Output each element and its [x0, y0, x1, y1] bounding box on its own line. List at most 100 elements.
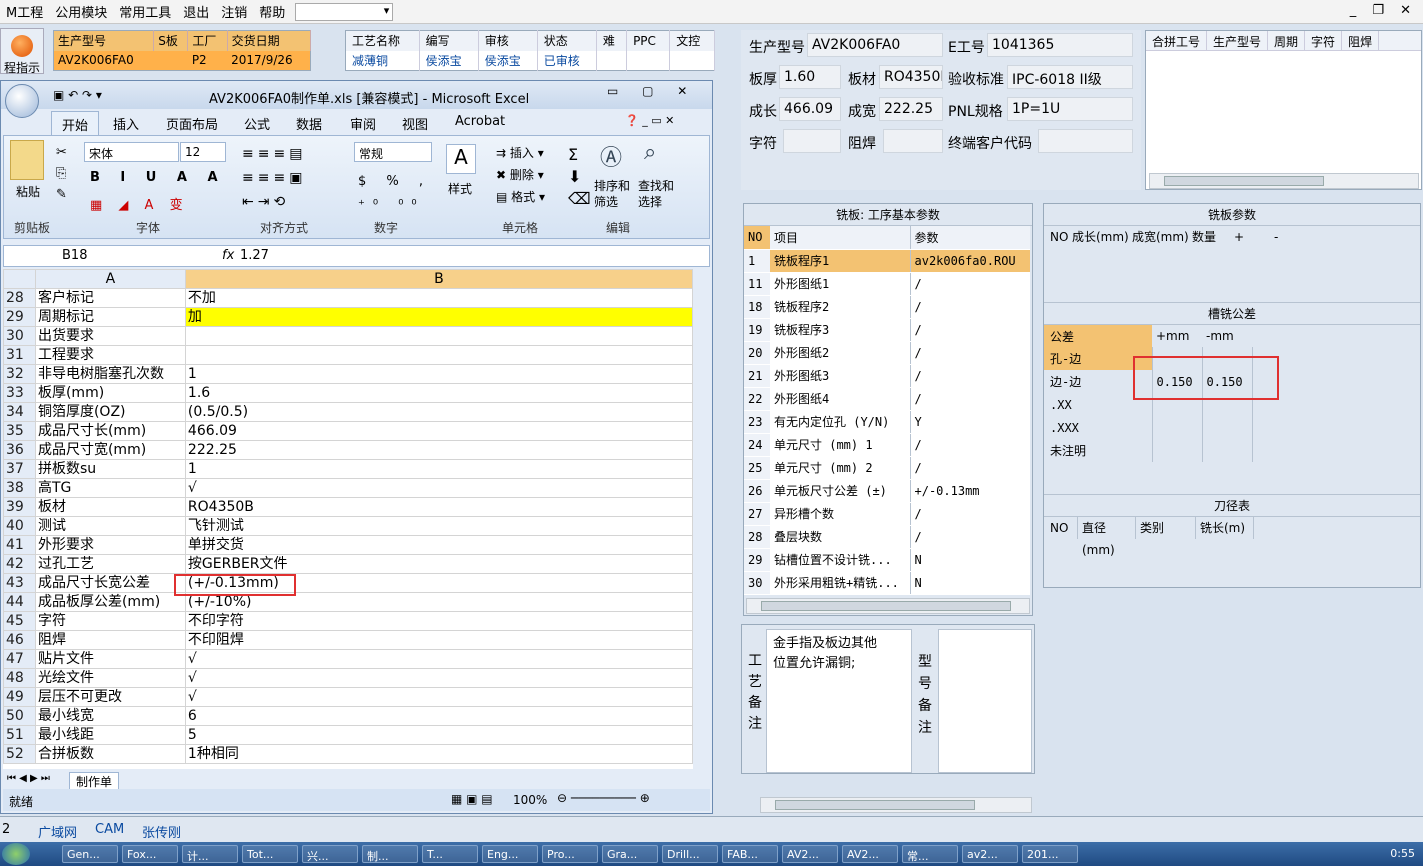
- notes-hscroll[interactable]: [760, 797, 1032, 813]
- cell-a[interactable]: 字符: [34, 611, 186, 631]
- menu-help[interactable]: 帮助: [253, 2, 291, 21]
- table-row[interactable]: 30 外形采用粗铣+精铣... N: [744, 571, 1030, 595]
- taskbar-item[interactable]: AV2...: [782, 845, 838, 863]
- cell-b[interactable]: 1: [184, 459, 693, 479]
- taskbar-item[interactable]: 常...: [902, 845, 958, 863]
- corner-cell[interactable]: [3, 269, 36, 289]
- taskbar-item[interactable]: AV2...: [842, 845, 898, 863]
- table-row[interactable]: 41 外形要求 单拼交货: [3, 535, 693, 555]
- cell-a[interactable]: 测试: [34, 516, 186, 536]
- process-guide-tile[interactable]: 程指示: [0, 28, 44, 75]
- sheet-nav-icon[interactable]: ⏮ ◀ ▶ ⏭: [7, 773, 50, 784]
- cell-b[interactable]: 不印字符: [184, 611, 693, 631]
- table-row[interactable]: 51 最小线距 5: [3, 725, 693, 745]
- table-row[interactable]: 49 层压不可更改 √: [3, 687, 693, 707]
- cell-b[interactable]: 466.09: [184, 421, 693, 441]
- cell-b[interactable]: √: [184, 668, 693, 688]
- menu-engineering[interactable]: M工程: [0, 2, 49, 21]
- table-row[interactable]: 47 贴片文件 √: [3, 649, 693, 669]
- table-row[interactable]: 30 出货要求: [3, 326, 693, 346]
- mask-field[interactable]: [883, 129, 943, 153]
- menu-logout[interactable]: 注销: [215, 2, 253, 21]
- taskbar-item[interactable]: FAB...: [722, 845, 778, 863]
- table-row[interactable]: 28 客户标记 不加: [3, 288, 693, 308]
- customer-code-field[interactable]: [1038, 129, 1133, 153]
- table-row[interactable]: 52 合拼板数 1种相同: [3, 744, 693, 764]
- cell-a[interactable]: 最小线距: [34, 725, 186, 745]
- name-box[interactable]: B18: [62, 248, 87, 263]
- pnl-field[interactable]: 1P=1U: [1007, 97, 1133, 121]
- col-difficulty[interactable]: 难: [596, 30, 628, 51]
- cell-b[interactable]: 1.6: [184, 383, 693, 403]
- table-row[interactable]: 48 光绘文件 √: [3, 668, 693, 688]
- view-buttons[interactable]: ▦ ▣ ▤: [451, 792, 493, 806]
- cell-b[interactable]: 6: [184, 706, 693, 726]
- cell-b[interactable]: [184, 326, 693, 346]
- table-row[interactable]: 27 异形槽个数 /: [744, 502, 1030, 526]
- width-field[interactable]: 222.25: [879, 97, 943, 121]
- table-row[interactable]: 29 周期标记加: [3, 307, 693, 327]
- col-merge-legend[interactable]: 字符: [1305, 31, 1343, 50]
- col-tol[interactable]: 公差: [1044, 325, 1152, 347]
- tab-page-layout[interactable]: 页面布局: [166, 114, 218, 133]
- col-mp-width[interactable]: 成宽(mm): [1132, 226, 1192, 248]
- cell-a[interactable]: 周期标记: [34, 307, 186, 327]
- cell-a[interactable]: 阻焊: [34, 630, 186, 650]
- table-row[interactable]: 26 单元板尺寸公差 (±) +/-0.13mm: [744, 479, 1030, 503]
- taskbar-item[interactable]: Tot...: [242, 845, 298, 863]
- col-model[interactable]: 生产型号: [53, 30, 155, 51]
- paste-icon[interactable]: [10, 140, 44, 180]
- taskbar-item[interactable]: T...: [422, 845, 478, 863]
- col-ppc[interactable]: PPC: [626, 30, 671, 51]
- col-mp-length[interactable]: 成长(mm): [1072, 226, 1132, 248]
- cell-a[interactable]: 拼板数su: [34, 459, 186, 479]
- table-row[interactable]: 28 叠层块数 /: [744, 525, 1030, 549]
- col-merge-mask[interactable]: 阻焊: [1342, 31, 1380, 50]
- number-buttons[interactable]: $ % , ⁺⁰ ⁰⁰: [358, 170, 431, 218]
- table-row[interactable]: 45 字符 不印字符: [3, 611, 693, 631]
- col-merge-cycle[interactable]: 周期: [1268, 31, 1306, 50]
- table-row[interactable]: 35 成品尺寸长(mm) 466.09: [3, 421, 693, 441]
- cell-b[interactable]: 1: [184, 364, 693, 384]
- find-select-icon[interactable]: ⌕: [644, 140, 656, 165]
- cell-a[interactable]: 工程要求: [34, 345, 186, 365]
- table-row[interactable]: 38 高TG √: [3, 478, 693, 498]
- thickness-field[interactable]: 1.60: [779, 65, 841, 89]
- table-row[interactable]: 23 有无内定位孔 (Y/N) Y: [744, 410, 1030, 434]
- col-param[interactable]: 参数: [910, 226, 1030, 250]
- taskbar-item[interactable]: Fox...: [122, 845, 178, 863]
- col-s-board[interactable]: S板: [153, 30, 189, 51]
- table-row[interactable]: 19 铣板程序3/: [744, 318, 1030, 342]
- col-merge-model[interactable]: 生产型号: [1207, 31, 1269, 50]
- merge-hscroll[interactable]: [1149, 173, 1419, 189]
- eno-field[interactable]: 1041365: [987, 33, 1133, 57]
- taskbar-item[interactable]: Eng...: [482, 845, 538, 863]
- table-row[interactable]: 50 最小线宽 6: [3, 706, 693, 726]
- fill-color-icon[interactable]: ▦ ◢ A 变: [90, 194, 189, 213]
- model-field[interactable]: AV2K006FA0: [807, 33, 943, 57]
- cell-a[interactable]: 成品尺寸宽(mm): [34, 440, 186, 460]
- taskbar-item[interactable]: 计...: [182, 845, 238, 863]
- cell-a[interactable]: 高TG: [34, 478, 186, 498]
- table-row[interactable]: .XXX: [1044, 416, 1253, 439]
- tab-home[interactable]: 开始: [51, 111, 100, 137]
- cell-b[interactable]: (0.5/0.5): [184, 402, 693, 422]
- col-merge-no[interactable]: 合拼工号: [1146, 31, 1208, 50]
- table-row[interactable]: 44 成品板厚公差(mm) (+/-10%): [3, 592, 693, 612]
- table-row[interactable]: 40 测试 飞针测试: [3, 516, 693, 536]
- cell-b[interactable]: 222.25: [184, 440, 693, 460]
- table-row[interactable]: 32 非导电树脂塞孔次数 1: [3, 364, 693, 384]
- menu-combo[interactable]: [295, 2, 394, 21]
- font-name-select[interactable]: 宋体: [84, 142, 179, 162]
- paste-label[interactable]: 粘贴: [16, 183, 40, 200]
- cell-a[interactable]: 出货要求: [34, 326, 186, 346]
- cell-a[interactable]: 光绘文件: [34, 668, 186, 688]
- col-tool-length[interactable]: 铣长(m): [1196, 517, 1254, 539]
- cell-b[interactable]: 5: [184, 725, 693, 745]
- table-row[interactable]: 33 板厚(mm) 1.6: [3, 383, 693, 403]
- cell-a[interactable]: 非导电树脂塞孔次数: [34, 364, 186, 384]
- table-row[interactable]: 31 工程要求: [3, 345, 693, 365]
- cell-a[interactable]: 板材: [34, 497, 186, 517]
- cell-a[interactable]: 客户标记: [34, 288, 186, 308]
- cell-b[interactable]: RO4350B: [184, 497, 693, 517]
